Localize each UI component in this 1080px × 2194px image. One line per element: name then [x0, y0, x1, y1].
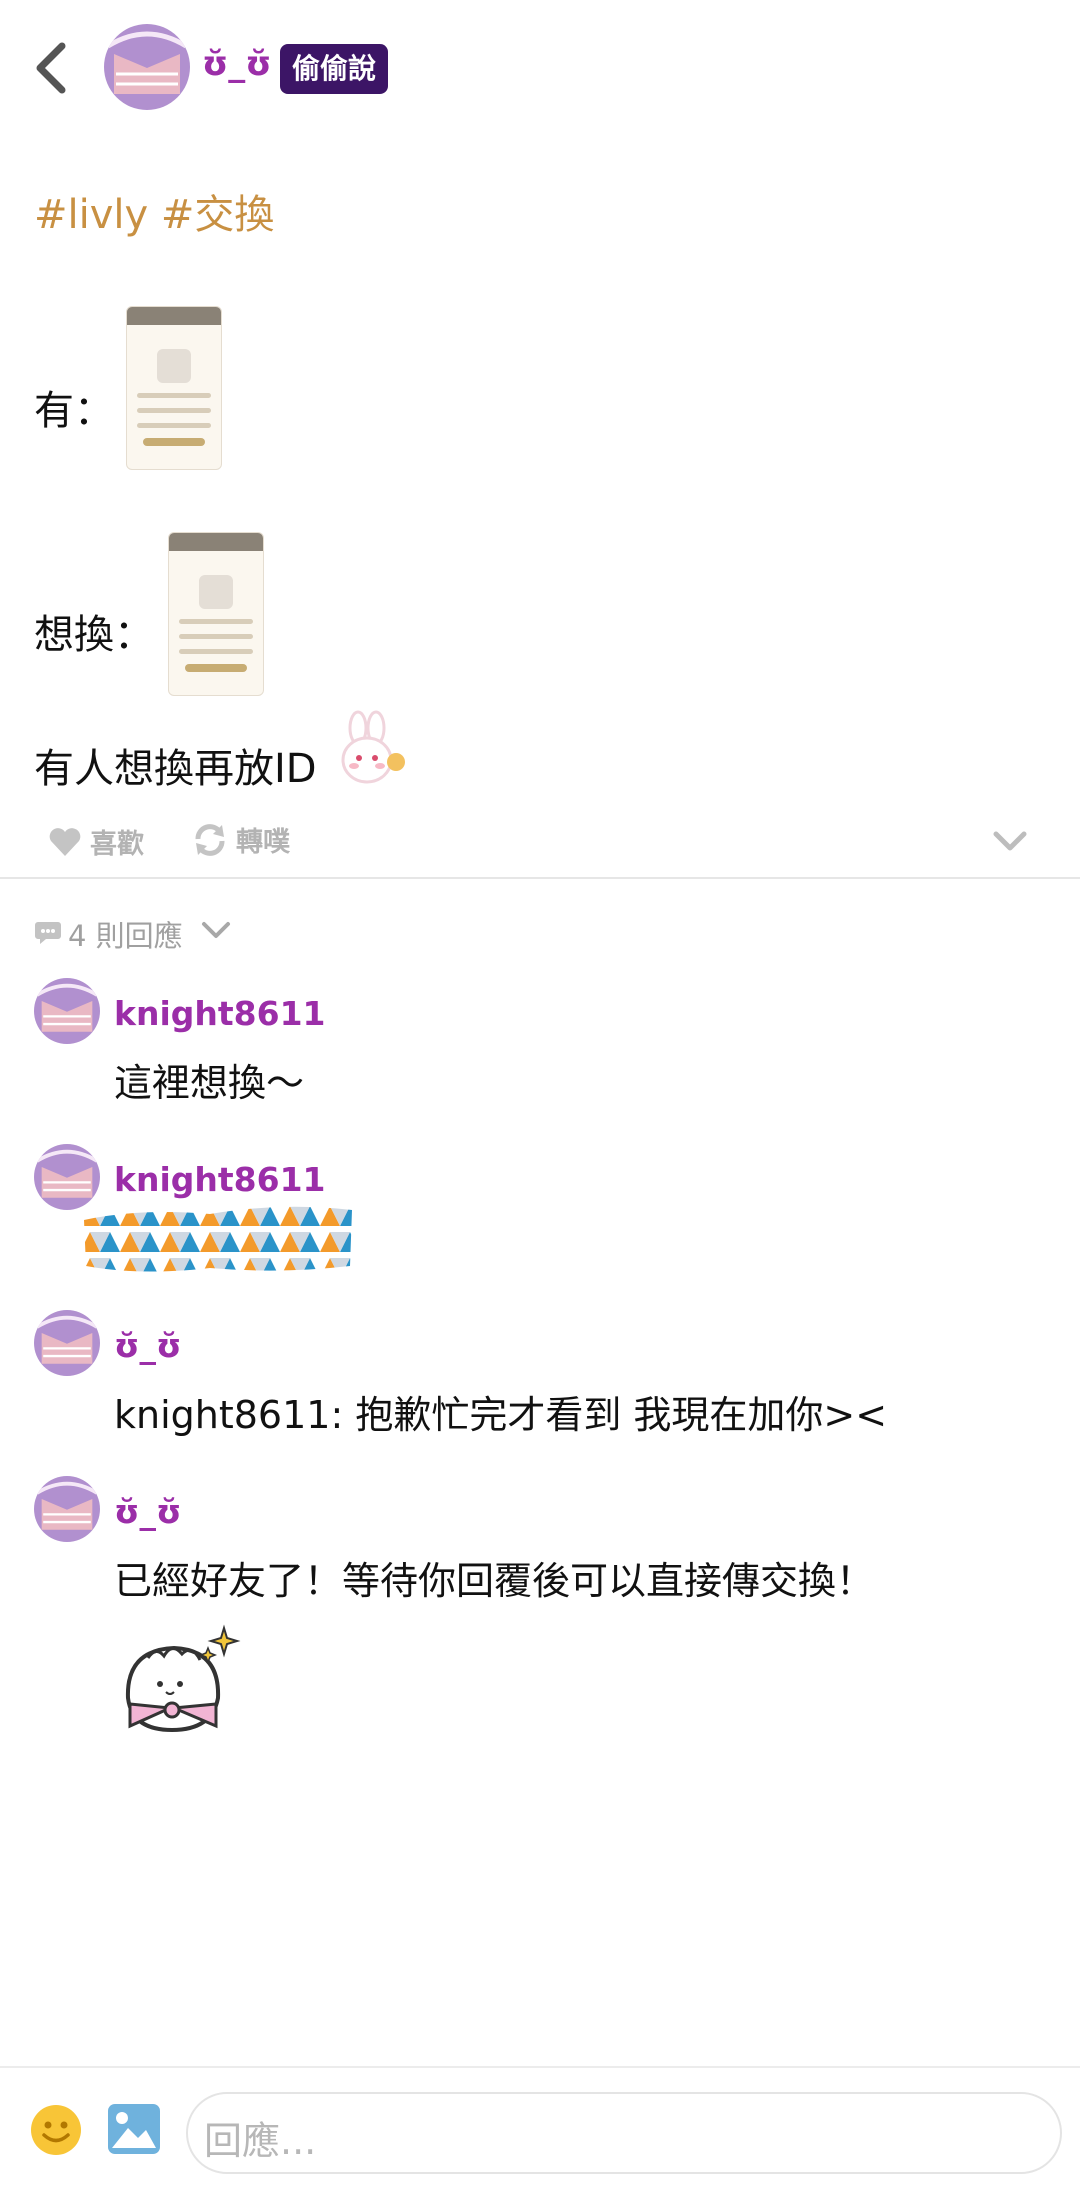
want-label: 想換：	[34, 612, 154, 658]
poster-avatar[interactable]	[104, 24, 190, 110]
post-last-line: 有人想換再放ID	[34, 746, 317, 792]
post-tags[interactable]: #livly #交換	[34, 182, 274, 240]
composer-divider	[0, 2066, 1080, 2068]
chevron-down-icon	[993, 831, 1027, 851]
reply-count[interactable]: 4 則回應	[68, 913, 183, 955]
reply-avatar[interactable]	[34, 978, 100, 1044]
smiley-icon	[31, 2105, 81, 2155]
mask-avatar-icon	[34, 1310, 100, 1376]
reply-text: knight8611: 抱歉忙完才看到 我現在加你><	[114, 1393, 888, 1437]
like-label: 喜歡	[90, 829, 144, 860]
reply-text: 已經好友了！等待你回覆後可以直接傳交換！	[114, 1559, 875, 1603]
bunny-sticker-icon	[330, 710, 410, 790]
want-image-thumbnail[interactable]	[168, 532, 264, 696]
anonymous-badge: 偷偷說	[280, 44, 389, 94]
have-label: 有：	[34, 388, 114, 434]
reply-username[interactable]: knight8611	[114, 994, 326, 1033]
back-button[interactable]	[28, 38, 78, 98]
image-icon	[108, 2104, 160, 2154]
mask-avatar-icon	[104, 24, 190, 110]
reply-text: 這裡想換～	[114, 1061, 305, 1105]
mask-avatar-icon	[34, 978, 100, 1044]
replurk-button[interactable]: 轉噗	[192, 820, 290, 859]
comment-icon	[34, 920, 62, 946]
censored-sticker	[80, 1200, 356, 1276]
heart-icon	[49, 827, 81, 856]
reply-avatar[interactable]	[34, 1310, 100, 1376]
like-button[interactable]: 喜歡	[48, 822, 144, 861]
collapse-replies-button[interactable]	[200, 918, 232, 944]
reply-username[interactable]: ʊ̆_ʊ̆	[114, 1326, 181, 1365]
chevron-left-icon	[36, 42, 66, 94]
emoji-button[interactable]	[30, 2104, 82, 2156]
chevron-down-icon	[202, 922, 230, 938]
replurk-icon	[195, 823, 225, 856]
reply-username[interactable]: knight8611	[114, 1160, 326, 1199]
replurk-label: 轉噗	[236, 827, 290, 858]
reply-avatar[interactable]	[34, 1476, 100, 1542]
image-upload-button[interactable]	[106, 2102, 162, 2156]
dumpling-sticker-icon	[112, 1620, 242, 1750]
reply-input[interactable]	[186, 2092, 1062, 2174]
more-options-button[interactable]	[990, 826, 1030, 856]
have-image-thumbnail[interactable]	[126, 306, 222, 470]
reply-input-placeholder: 回應...	[204, 2119, 317, 2163]
poster-name[interactable]: ʊ̆_ʊ̆	[202, 44, 272, 84]
divider	[0, 877, 1080, 879]
mask-avatar-icon	[34, 1476, 100, 1542]
reply-username[interactable]: ʊ̆_ʊ̆	[114, 1492, 181, 1531]
